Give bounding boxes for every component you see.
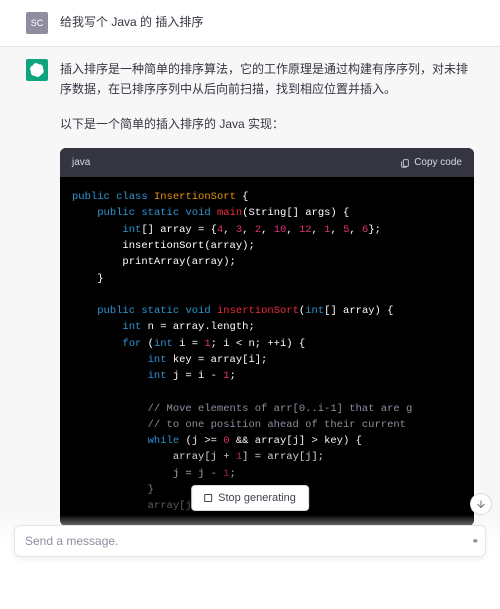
arrow-down-icon (475, 498, 487, 510)
message-input-wrap[interactable]: •• (14, 525, 486, 557)
code-header: java Copy code (60, 148, 474, 177)
assistant-message-body: 插入排序是一种简单的排序算法，它的工作原理是通过构建有序序列，对未排序数据，在已… (60, 59, 474, 526)
assistant-para-2: 以下是一个简单的插入排序的 Java 实现： (60, 114, 474, 134)
composer: •• (0, 515, 500, 571)
user-message-row: SC 给我写个 Java 的 插入排序 (0, 0, 500, 46)
assistant-avatar (26, 59, 48, 81)
assistant-message-row: 插入排序是一种简单的排序算法，它的工作原理是通过构建有序序列，对未排序数据，在已… (0, 46, 500, 539)
assistant-para-1: 插入排序是一种简单的排序算法，它的工作原理是通过构建有序序列，对未排序数据，在已… (60, 59, 474, 100)
code-block: java Copy code public class InsertionSor… (60, 148, 474, 526)
copy-code-button[interactable]: Copy code (400, 154, 462, 171)
stop-generating-label: Stop generating (218, 492, 296, 504)
user-message-text: 给我写个 Java 的 插入排序 (60, 12, 474, 34)
stop-generating-button[interactable]: Stop generating (191, 485, 309, 511)
copy-code-label: Copy code (414, 154, 462, 171)
stop-icon (204, 494, 212, 502)
code-lang-label: java (72, 154, 90, 171)
clipboard-icon (400, 158, 410, 168)
send-icon[interactable]: •• (473, 534, 475, 548)
user-avatar: SC (26, 12, 48, 34)
scroll-to-bottom-button[interactable] (470, 493, 492, 515)
code-content[interactable]: public class InsertionSort { public stat… (60, 177, 474, 526)
message-input[interactable] (25, 534, 473, 548)
